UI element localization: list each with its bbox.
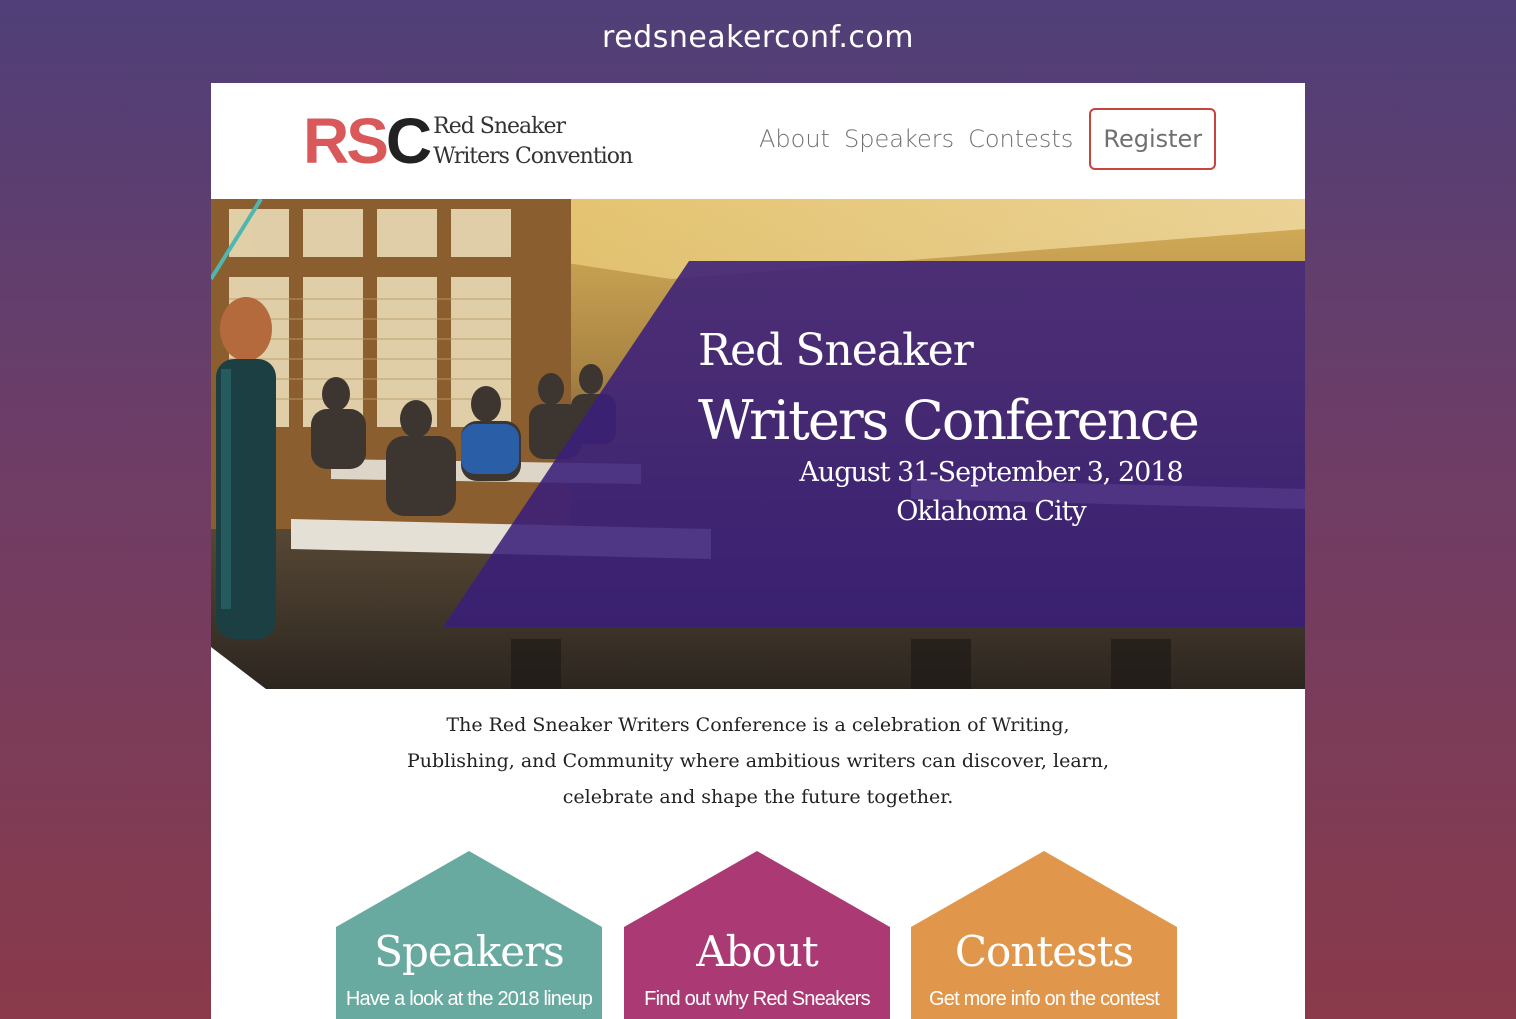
nav-link-speakers[interactable]: Speakers bbox=[844, 125, 954, 153]
hero-banner: Red Sneaker Writers Conference August 31… bbox=[211, 199, 1305, 689]
speakers-card[interactable]: Speakers Have a look at the 2018 lineup bbox=[336, 851, 602, 1019]
hero-subtitle: Writers Conference bbox=[698, 389, 1200, 452]
logo-mark: RSC bbox=[303, 109, 432, 173]
logo-mark-c: C bbox=[385, 105, 432, 177]
logo-mark-rs: RS bbox=[303, 105, 389, 177]
nav-link-about[interactable]: About bbox=[759, 125, 830, 153]
logo-line-2: Writers Convention bbox=[433, 144, 633, 169]
intro-line-2: Publishing, and Community where ambitiou… bbox=[406, 750, 1110, 772]
speakers-card-title: Speakers bbox=[374, 927, 565, 976]
contests-card-title: Contests bbox=[954, 927, 1134, 976]
contests-card[interactable]: Contests Get more info on the contest bbox=[911, 851, 1177, 1019]
logo-wordmark: Red Sneaker Writers Convention bbox=[433, 111, 633, 172]
about-card-description: Find out why Red Sneakers bbox=[644, 988, 870, 1010]
about-card[interactable]: About Find out why Red Sneakers bbox=[624, 851, 890, 1019]
site-header: RSC Red Sneaker Writers Convention About… bbox=[211, 83, 1305, 199]
logo-line-1: Red Sneaker bbox=[433, 114, 566, 139]
about-card-title: About bbox=[696, 927, 818, 976]
nav-link-contests[interactable]: Contests bbox=[968, 125, 1073, 153]
rsc-logo[interactable]: RSC Red Sneaker Writers Convention bbox=[303, 109, 633, 173]
hero-city: Oklahoma City bbox=[896, 496, 1087, 527]
hero-title: Red Sneaker bbox=[698, 325, 974, 376]
contests-card-description: Get more info on the contest bbox=[929, 988, 1160, 1010]
intro-line-1: The Red Sneaker Writers Conference is a … bbox=[446, 714, 1070, 736]
site-url-caption: redsneakerconf.com bbox=[602, 20, 914, 55]
website-page: RSC Red Sneaker Writers Convention About… bbox=[211, 83, 1305, 1019]
intro-line-3: celebrate and shape the future together. bbox=[562, 786, 954, 808]
hero-dates: August 31-September 3, 2018 bbox=[799, 457, 1183, 488]
intro-paragraph: The Red Sneaker Writers Conference is a … bbox=[361, 707, 1155, 815]
register-button[interactable]: Register bbox=[1089, 108, 1217, 170]
main-nav: About Speakers Contests Register bbox=[759, 108, 1217, 170]
speakers-card-description: Have a look at the 2018 lineup bbox=[345, 988, 593, 1010]
